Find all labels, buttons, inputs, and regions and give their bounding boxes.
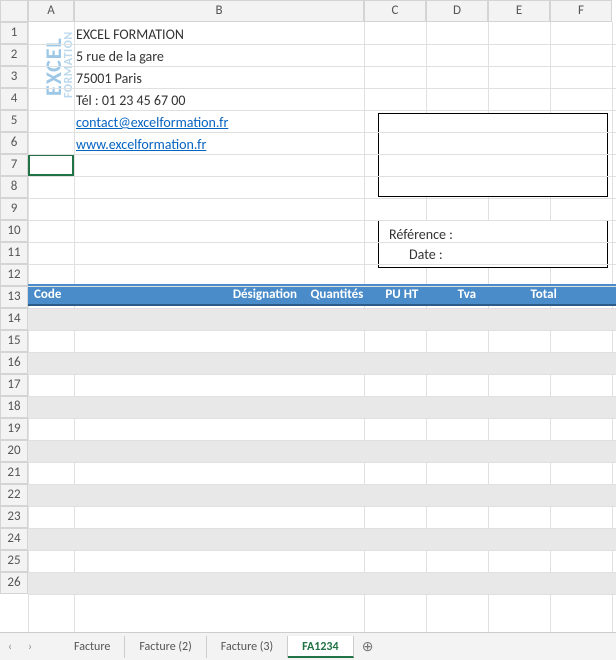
th-puht: PU HT [371, 284, 433, 306]
tab-nav-prev[interactable]: ‹ [0, 634, 20, 660]
table-row[interactable] [28, 374, 616, 396]
row-header-19[interactable]: 19 [0, 418, 28, 440]
sheet-tabs-bar: ‹ › FactureFacture (2)Facture (3)FA1234 … [0, 632, 616, 660]
row-header-22[interactable]: 22 [0, 484, 28, 506]
row-header-7[interactable]: 7 [0, 154, 28, 176]
th-total: Total [501, 284, 563, 306]
select-all-corner[interactable] [0, 0, 28, 22]
table-row[interactable] [28, 572, 616, 594]
row-header-23[interactable]: 23 [0, 506, 28, 528]
company-email-link[interactable]: contact@excelformation.fr [76, 112, 228, 134]
row-header-12[interactable]: 12 [0, 264, 28, 286]
col-header-f[interactable]: F [550, 0, 612, 22]
column-headers: A B C D E F [0, 0, 616, 22]
th-tva: Tva [436, 284, 498, 306]
row-header-18[interactable]: 18 [0, 396, 28, 418]
th-quantites: Quantités [306, 284, 368, 306]
reference-box[interactable]: Référence : Date : [378, 220, 608, 268]
row-header-25[interactable]: 25 [0, 550, 28, 572]
row-header-9[interactable]: 9 [0, 198, 28, 220]
th-designation: Désignation [77, 284, 303, 306]
add-sheet-button[interactable]: ⊕ [354, 638, 382, 655]
th-code: Code [28, 284, 74, 306]
col-header-b[interactable]: B [74, 0, 364, 22]
table-row[interactable] [28, 418, 616, 440]
table-row[interactable] [28, 308, 616, 330]
row-header-5[interactable]: 5 [0, 110, 28, 132]
table-row[interactable] [28, 506, 616, 528]
col-header-c[interactable]: C [364, 0, 426, 22]
sheet-tab-fa1234[interactable]: FA1234 [288, 636, 353, 658]
row-header-26[interactable]: 26 [0, 572, 28, 594]
table-row[interactable] [28, 352, 616, 374]
sheet-tab-facture-2-[interactable]: Facture (2) [125, 636, 206, 658]
row-header-14[interactable]: 14 [0, 308, 28, 330]
row-header-16[interactable]: 16 [0, 352, 28, 374]
row-headers: 1234567891011121314151617181920212223242… [0, 22, 28, 594]
row-header-21[interactable]: 21 [0, 462, 28, 484]
invoice-table-header: Code Désignation Quantités PU HT Tva Tot… [28, 284, 616, 306]
row-header-15[interactable]: 15 [0, 330, 28, 352]
table-row[interactable] [28, 396, 616, 418]
row-header-11[interactable]: 11 [0, 242, 28, 264]
table-row[interactable] [28, 330, 616, 352]
row-header-6[interactable]: 6 [0, 132, 28, 154]
table-row[interactable] [28, 440, 616, 462]
row-header-3[interactable]: 3 [0, 66, 28, 88]
row-header-1[interactable]: 1 [0, 22, 28, 44]
row-header-4[interactable]: 4 [0, 88, 28, 110]
company-name: EXCEL FORMATION [76, 24, 228, 46]
invoice-table-body [28, 308, 616, 630]
row-header-10[interactable]: 10 [0, 220, 28, 242]
col-header-e[interactable]: E [488, 0, 550, 22]
client-address-box[interactable] [378, 113, 608, 197]
sheet-tab-facture[interactable]: Facture [60, 636, 125, 658]
tab-nav-next[interactable]: › [20, 634, 40, 660]
row-header-13[interactable]: 13 [0, 286, 28, 308]
table-row[interactable] [28, 550, 616, 572]
sheet-tab-facture-3-[interactable]: Facture (3) [207, 636, 288, 658]
company-street: 5 rue de la gare [76, 46, 228, 68]
row-header-17[interactable]: 17 [0, 374, 28, 396]
company-website-link[interactable]: www.excelformation.fr [76, 134, 228, 156]
table-row[interactable] [28, 484, 616, 506]
active-cell [28, 154, 74, 176]
row-header-8[interactable]: 8 [0, 176, 28, 198]
row-header-24[interactable]: 24 [0, 528, 28, 550]
company-phone: Tél : 01 23 45 67 00 [76, 90, 228, 112]
table-row[interactable] [28, 462, 616, 484]
col-header-a[interactable]: A [28, 0, 74, 22]
company-city: 75001 Paris [76, 68, 228, 90]
row-header-20[interactable]: 20 [0, 440, 28, 462]
date-label: Date : [389, 245, 597, 265]
row-header-2[interactable]: 2 [0, 44, 28, 66]
table-row[interactable] [28, 528, 616, 550]
col-header-d[interactable]: D [426, 0, 488, 22]
